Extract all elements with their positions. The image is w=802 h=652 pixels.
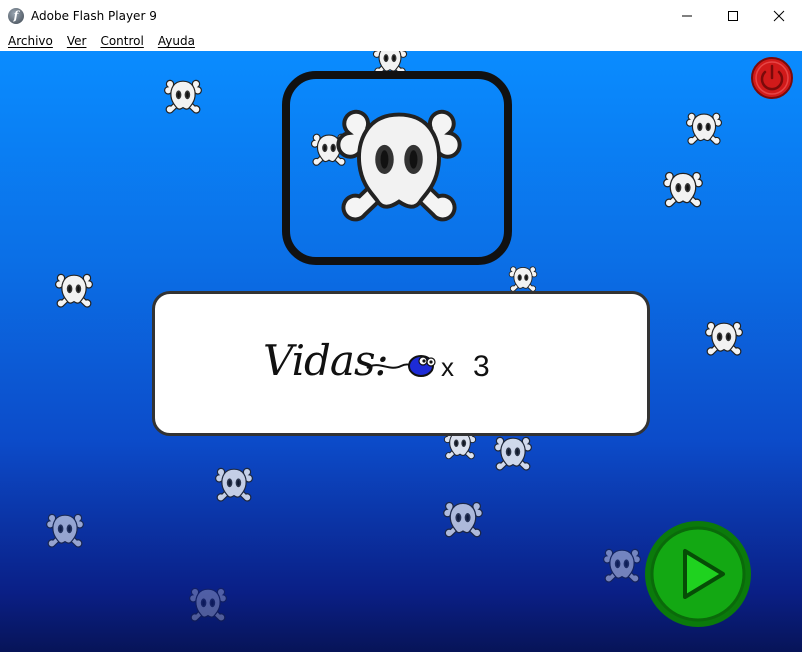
window-title: Adobe Flash Player 9 xyxy=(31,8,157,23)
big-skull-crossbones-icon xyxy=(333,89,465,251)
skull-crossbones-icon xyxy=(662,169,704,213)
close-button[interactable] xyxy=(756,0,802,31)
menu-bar: Archivo Ver Control Ayuda xyxy=(0,31,802,51)
close-icon xyxy=(773,10,785,21)
skull-crossbones-icon xyxy=(685,109,723,151)
flash-stage[interactable]: Vidas: x 3 xyxy=(0,51,802,652)
skull-crossbones-icon xyxy=(704,319,744,361)
skull-crossbones-icon xyxy=(163,77,203,119)
play-button[interactable] xyxy=(643,519,753,629)
title-bar: f Adobe Flash Player 9 xyxy=(0,0,802,31)
skull-crossbones-icon xyxy=(214,465,254,507)
window-controls xyxy=(664,0,802,31)
menu-archivo[interactable]: Archivo xyxy=(8,34,53,48)
maximize-button[interactable] xyxy=(710,0,756,31)
menu-control[interactable]: Control xyxy=(100,34,143,48)
lives-count: 3 xyxy=(473,350,490,383)
skull-crossbones-icon xyxy=(442,499,484,543)
skull-crossbones-icon xyxy=(54,271,94,313)
skull-crossbones-icon xyxy=(602,545,642,589)
minimize-icon xyxy=(682,15,692,16)
lives-multiplier: x xyxy=(441,352,454,382)
sperm-icon xyxy=(366,355,436,377)
minimize-button[interactable] xyxy=(664,0,710,31)
lives-panel: Vidas: x 3 xyxy=(152,291,650,436)
play-icon xyxy=(645,521,751,627)
skull-crossbones-icon xyxy=(493,433,533,477)
menu-ayuda[interactable]: Ayuda xyxy=(158,34,195,48)
power-icon xyxy=(751,57,793,99)
flash-app-icon: f xyxy=(8,7,24,24)
maximize-icon xyxy=(728,10,738,21)
menu-ver[interactable]: Ver xyxy=(67,34,87,48)
skull-crossbones-icon xyxy=(188,585,228,627)
skull-crossbones-icon xyxy=(45,511,85,553)
power-button[interactable] xyxy=(750,56,794,100)
